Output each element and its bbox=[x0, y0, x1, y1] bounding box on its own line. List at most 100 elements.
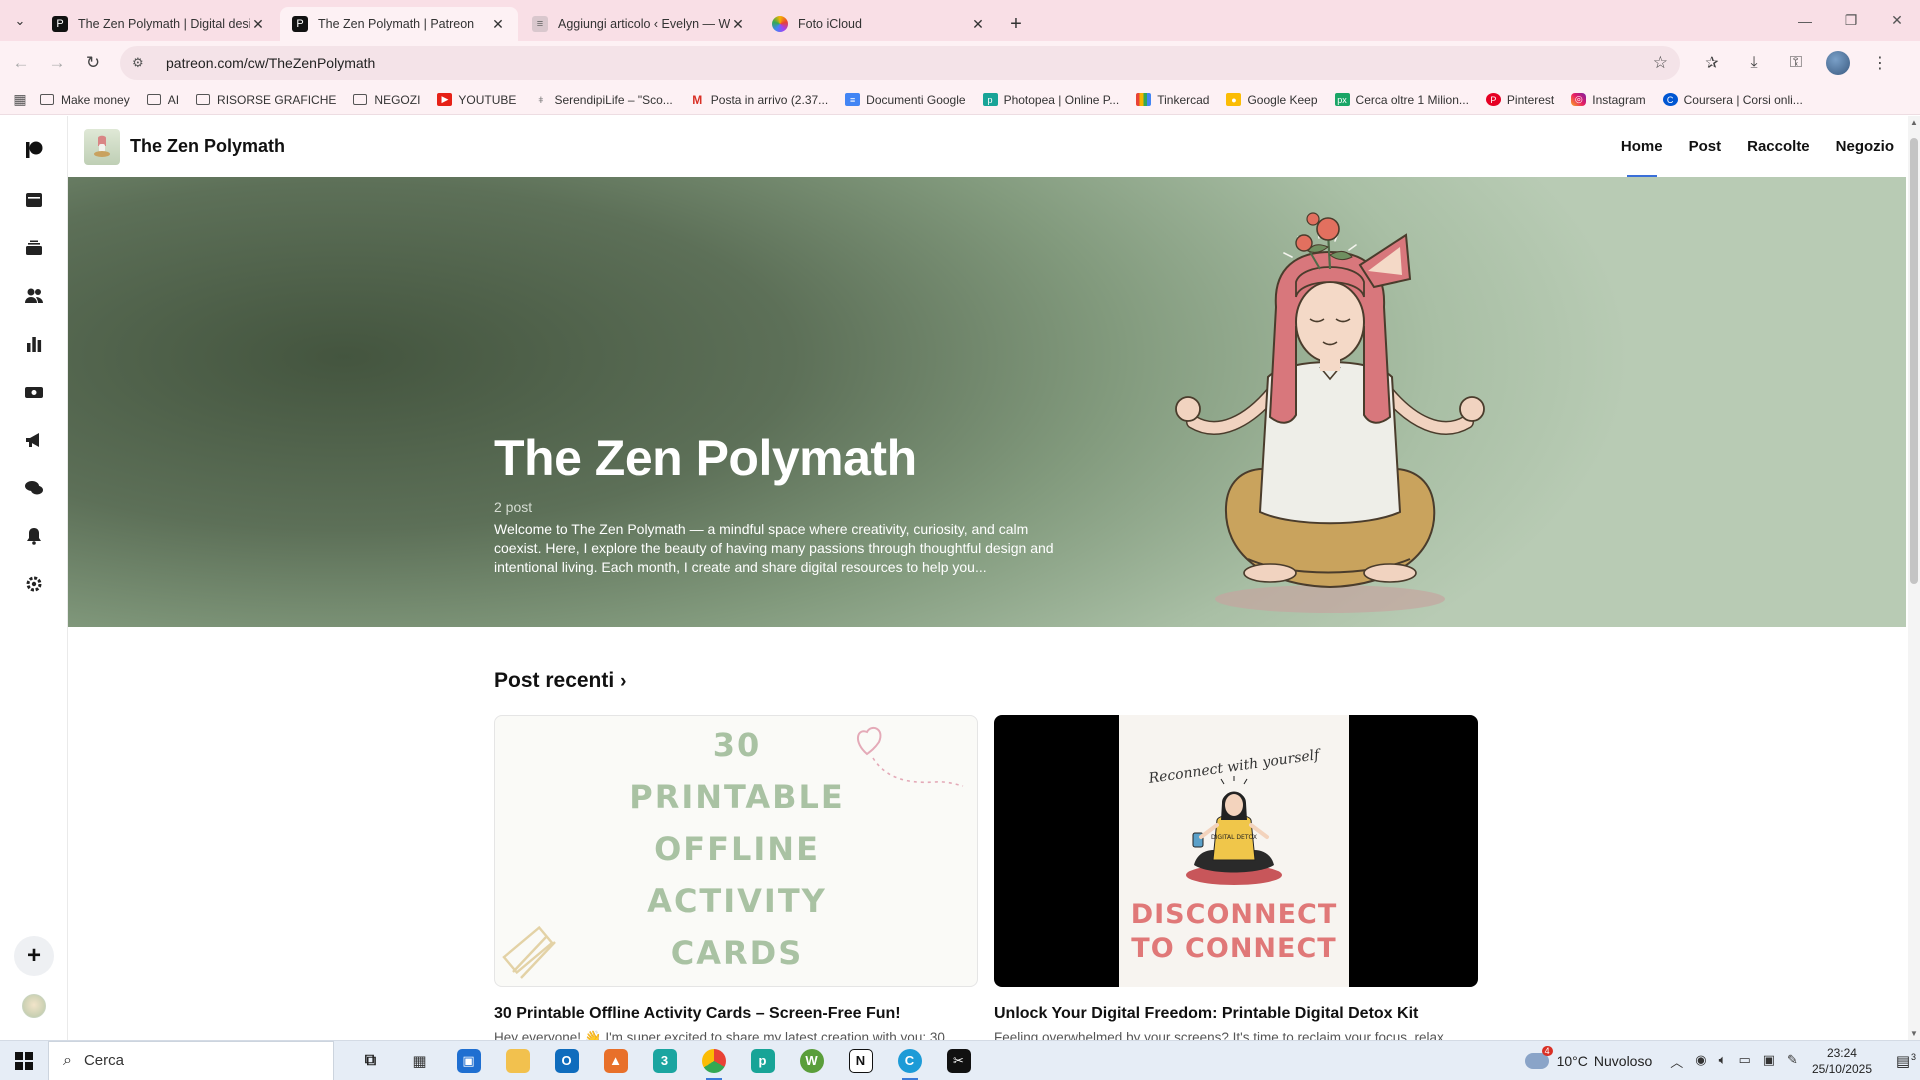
system-tray: 4 10°C Nuvoloso ︿ ◉ 🔈︎ ▭ ▣ ✎ 23:24 25/10… bbox=[1524, 1041, 1920, 1080]
page-scrollbar[interactable]: ▲ ▼ bbox=[1908, 116, 1920, 1040]
payouts-icon[interactable] bbox=[20, 378, 48, 406]
reload-button[interactable]: ↻ bbox=[78, 48, 108, 78]
tab-search-icon[interactable]: ⌄ bbox=[0, 0, 40, 41]
browser-toolbar: ← → ↻ ⚙ patreon.com/cw/TheZenPolymath ☆ … bbox=[0, 41, 1920, 85]
recent-posts-heading[interactable]: Post recenti › bbox=[494, 669, 626, 693]
nav-negozio[interactable]: Negozio bbox=[1836, 116, 1894, 177]
scrollbar-thumb[interactable] bbox=[1910, 138, 1918, 584]
scroll-down-arrow-icon[interactable]: ▼ bbox=[1908, 1029, 1920, 1038]
settings-gear-icon[interactable] bbox=[20, 570, 48, 598]
address-bar[interactable]: ⚙ patreon.com/cw/TheZenPolymath ☆ bbox=[120, 46, 1680, 80]
nav-home[interactable]: Home bbox=[1621, 116, 1663, 177]
bookmark-coursera[interactable]: C Coursera | Corsi onli... bbox=[1662, 93, 1803, 107]
office-app-icon[interactable]: ▲ bbox=[591, 1041, 640, 1080]
post-title[interactable]: Unlock Your Digital Freedom: Printable D… bbox=[994, 1005, 1418, 1023]
close-tab-icon[interactable]: ✕ bbox=[730, 16, 746, 33]
minimize-icon[interactable]: — bbox=[1782, 0, 1828, 41]
outlook-icon[interactable]: O bbox=[542, 1041, 591, 1080]
post-card-digital-detox[interactable]: Reconnect with yourself DIGITAL DETOX DI… bbox=[994, 715, 1478, 987]
capcut-icon[interactable]: ✂ bbox=[934, 1041, 983, 1080]
taskbar-search-input[interactable]: ⌕ Cerca bbox=[48, 1040, 334, 1080]
profile-avatar[interactable] bbox=[1826, 51, 1850, 75]
library-icon[interactable] bbox=[20, 234, 48, 262]
close-window-icon[interactable]: ✕ bbox=[1874, 0, 1920, 41]
bookmark-ai[interactable]: AI bbox=[146, 93, 179, 107]
close-tab-icon[interactable]: ✕ bbox=[970, 16, 986, 33]
volume-icon[interactable]: 🔈︎ bbox=[1719, 1052, 1727, 1071]
pinterest-icon: P bbox=[1485, 93, 1501, 106]
promotions-megaphone-icon[interactable] bbox=[20, 426, 48, 454]
password-key-icon[interactable]: ⚿ bbox=[1784, 51, 1808, 75]
notification-center-icon[interactable]: ▤ 3 bbox=[1886, 1052, 1920, 1070]
weather-widget[interactable]: 4 10°C Nuvoloso bbox=[1524, 1046, 1652, 1069]
pen-icon[interactable]: ✎ bbox=[1787, 1052, 1798, 1071]
app-3-icon[interactable]: 3 bbox=[640, 1041, 689, 1080]
hero-description[interactable]: Welcome to The Zen Polymath — a mindful … bbox=[494, 520, 1054, 577]
display-icon[interactable]: ▣ bbox=[1763, 1052, 1775, 1071]
bookmark-instagram[interactable]: ◎ Instagram bbox=[1571, 93, 1646, 107]
bookmark-pinterest[interactable]: P Pinterest bbox=[1485, 93, 1554, 107]
creator-name[interactable]: The Zen Polymath bbox=[130, 136, 285, 157]
create-post-button[interactable]: + bbox=[14, 936, 54, 976]
chats-icon[interactable] bbox=[20, 474, 48, 502]
close-tab-icon[interactable]: ✕ bbox=[250, 16, 266, 33]
bookmark-gmail[interactable]: M Posta in arrivo (2.37... bbox=[690, 93, 828, 107]
tab-patreon[interactable]: P The Zen Polymath | Patreon ✕ bbox=[280, 7, 518, 41]
nav-post[interactable]: Post bbox=[1689, 116, 1722, 177]
bookmark-freepik[interactable]: px Cerca oltre 1 Milion... bbox=[1334, 93, 1469, 107]
tab-title: Aggiungi articolo ‹ Evelyn — W bbox=[558, 17, 730, 31]
chrome-icon[interactable] bbox=[689, 1041, 738, 1080]
post-title[interactable]: 30 Printable Offline Activity Cards – Sc… bbox=[494, 1005, 901, 1023]
webflow-w-icon[interactable]: W bbox=[787, 1041, 836, 1080]
show-hidden-icons-chevron-icon[interactable]: ︿ bbox=[1670, 1052, 1683, 1071]
bookmark-risorse-grafiche[interactable]: RISORSE GRAFICHE bbox=[196, 93, 336, 107]
tab-zen-polymath-site[interactable]: P The Zen Polymath | Digital desi ✕ bbox=[40, 7, 278, 41]
audience-icon[interactable] bbox=[20, 282, 48, 310]
bookmark-photopea[interactable]: p Photopea | Online P... bbox=[982, 93, 1119, 107]
windows-start-icon[interactable] bbox=[0, 1041, 48, 1080]
tab-wordpress[interactable]: ≡ Aggiungi articolo ‹ Evelyn — W ✕ bbox=[520, 7, 758, 41]
extensions-star-icon[interactable]: ✰ bbox=[1700, 51, 1724, 75]
microsoft-store-icon[interactable]: ▣ bbox=[444, 1041, 493, 1080]
restore-icon[interactable]: ❐ bbox=[1828, 0, 1874, 41]
camera-icon[interactable]: ◉ bbox=[1695, 1052, 1706, 1071]
bookmark-star-icon[interactable]: ☆ bbox=[1653, 53, 1668, 73]
tab-title: The Zen Polymath | Patreon bbox=[318, 17, 475, 31]
canva-icon[interactable]: C bbox=[885, 1041, 934, 1080]
apps-grid-icon[interactable]: ▦ bbox=[0, 91, 40, 108]
bookmark-tinkercad[interactable]: Tinkercad bbox=[1136, 93, 1209, 107]
scroll-up-arrow-icon[interactable]: ▲ bbox=[1908, 118, 1920, 127]
menu-kebab-icon[interactable]: ⋮ bbox=[1868, 51, 1892, 75]
clock[interactable]: 23:24 25/10/2025 bbox=[1812, 1045, 1872, 1077]
patreon-favicon-icon: P bbox=[292, 16, 308, 32]
bookmark-serendipilife[interactable]: ǂ SerendipiLife – "Sco... bbox=[533, 93, 672, 107]
bookmark-google-docs[interactable]: ≡ Documenti Google bbox=[845, 93, 966, 107]
patreon-logo-icon[interactable] bbox=[20, 136, 48, 164]
creator-logo[interactable] bbox=[84, 128, 120, 165]
insights-chart-icon[interactable] bbox=[20, 330, 48, 358]
back-button[interactable]: ← bbox=[6, 48, 36, 78]
new-tab-button[interactable]: + bbox=[1000, 7, 1032, 41]
tab-icloud-photos[interactable]: Foto iCloud ✕ bbox=[760, 7, 998, 41]
user-avatar[interactable] bbox=[22, 994, 46, 1018]
network-icon[interactable]: ▭ bbox=[1738, 1052, 1750, 1071]
download-icon[interactable]: ⤓ bbox=[1742, 51, 1766, 75]
file-explorer-icon[interactable] bbox=[493, 1041, 542, 1080]
post-card-offline-activity[interactable]: 30 PRINTABLE OFFLINE ACTIVITY CARDS bbox=[494, 715, 978, 987]
bookmark-google-keep[interactable]: ● Google Keep bbox=[1226, 93, 1318, 107]
site-info-icon[interactable]: ⚙ bbox=[132, 55, 154, 71]
close-tab-icon[interactable]: ✕ bbox=[490, 16, 506, 33]
folder-icon bbox=[196, 94, 211, 105]
bookmark-make-money[interactable]: Make money bbox=[40, 93, 130, 107]
widgets-icon[interactable]: ▦ bbox=[395, 1041, 444, 1080]
forward-button[interactable]: → bbox=[42, 48, 72, 78]
bookmark-negozi[interactable]: NEGOZI bbox=[353, 93, 420, 107]
dashboard-icon[interactable] bbox=[20, 186, 48, 214]
task-view-icon[interactable]: ⧉ bbox=[346, 1041, 395, 1080]
creator-hero-banner: The Zen Polymath 2 post Welcome to The Z… bbox=[68, 177, 1906, 627]
notion-icon[interactable]: N bbox=[836, 1041, 885, 1080]
photopea-app-icon[interactable]: p bbox=[738, 1041, 787, 1080]
nav-raccolte[interactable]: Raccolte bbox=[1747, 116, 1810, 177]
bookmark-youtube[interactable]: ▶ YOUTUBE bbox=[437, 93, 516, 107]
notifications-bell-icon[interactable] bbox=[20, 522, 48, 550]
